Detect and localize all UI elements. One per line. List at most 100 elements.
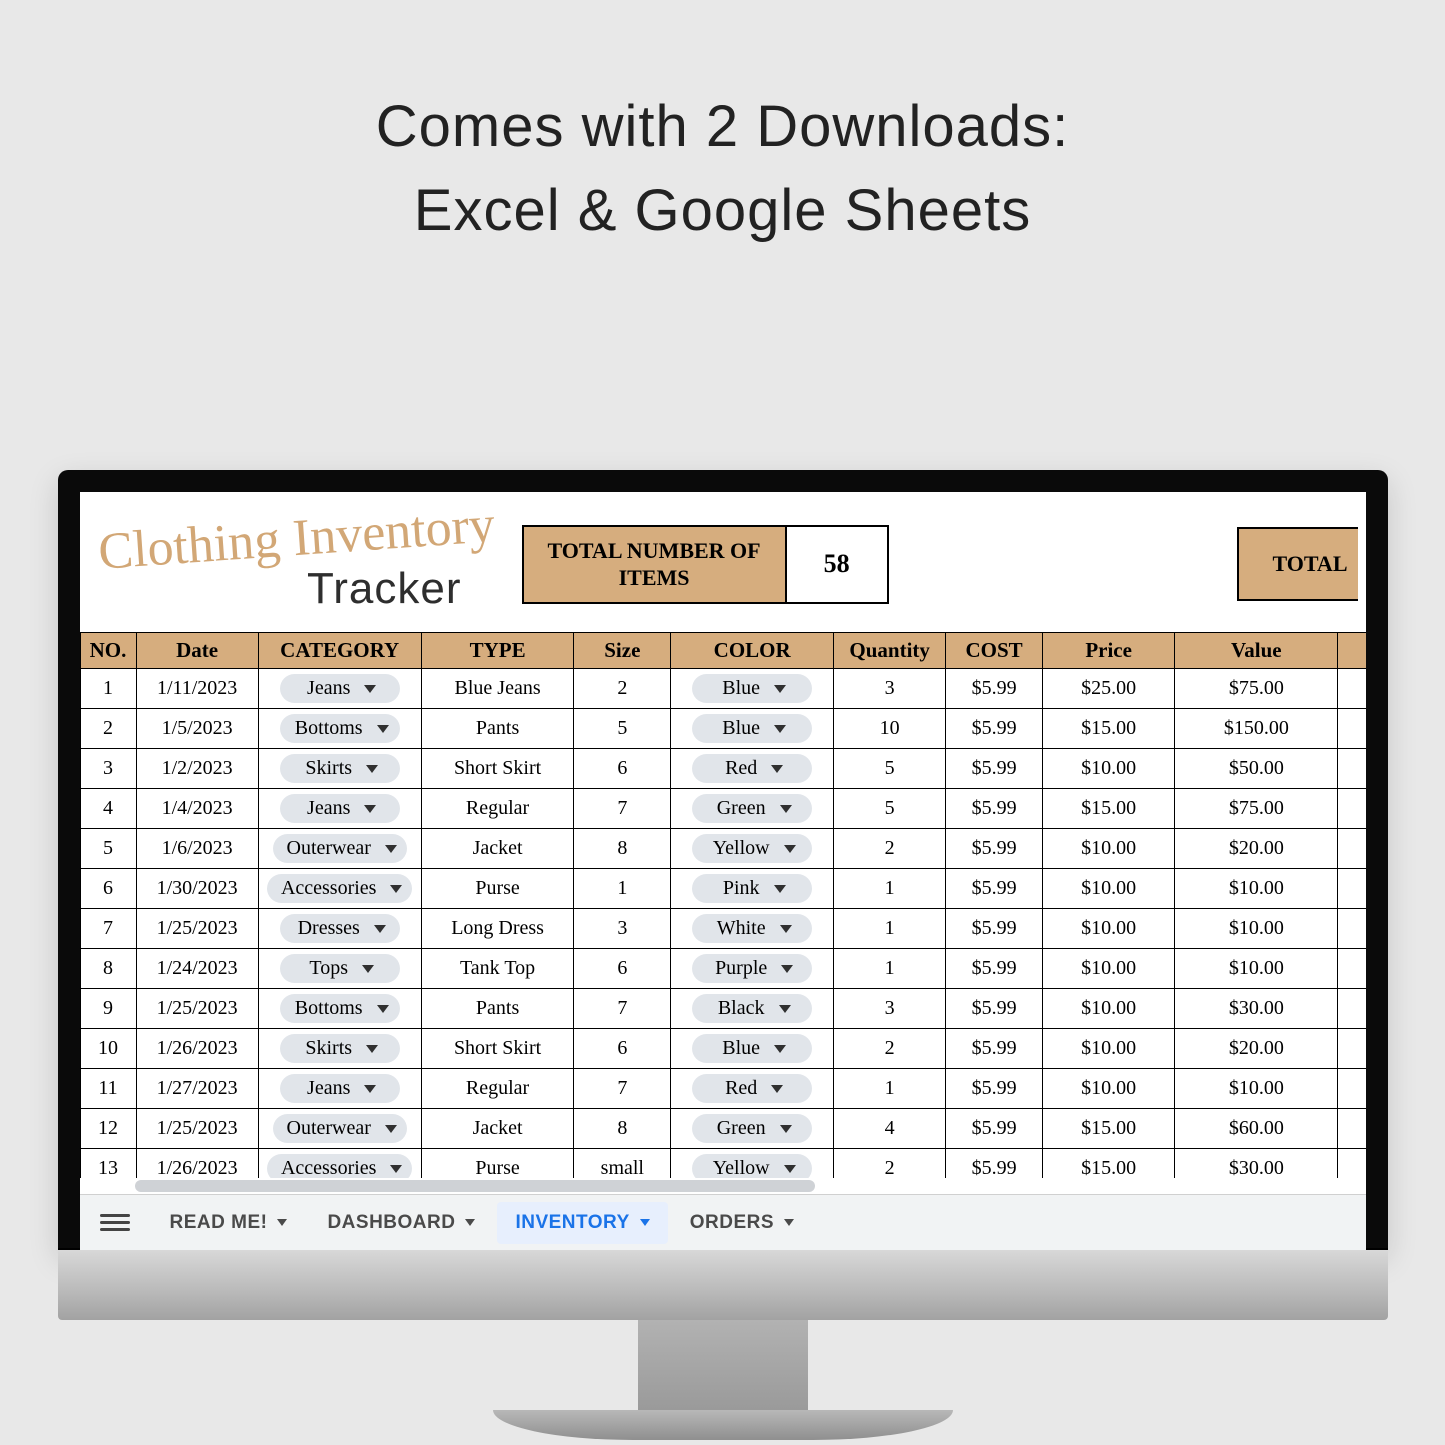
cell-date[interactable]: 1/5/2023	[136, 709, 258, 749]
cell-type[interactable]: Short Skirt	[421, 749, 574, 789]
category-dropdown[interactable]: Jeans	[280, 794, 400, 823]
cell-size[interactable]: 7	[574, 1069, 671, 1109]
cell-extra[interactable]	[1338, 1069, 1366, 1109]
cell-extra[interactable]	[1338, 669, 1366, 709]
cell-cost[interactable]: $5.99	[946, 669, 1043, 709]
cell-date[interactable]: 1/26/2023	[136, 1029, 258, 1069]
cell-extra[interactable]	[1338, 1029, 1366, 1069]
cell-price[interactable]: $15.00	[1042, 1109, 1174, 1149]
cell-type[interactable]: Long Dress	[421, 909, 574, 949]
cell-type[interactable]: Jacket	[421, 829, 574, 869]
color-dropdown[interactable]: Green	[692, 794, 812, 823]
cell-size[interactable]: 8	[574, 1109, 671, 1149]
table-row[interactable]: 91/25/2023BottomsPants7Black3$5.99$10.00…	[80, 989, 1366, 1029]
cell-price[interactable]: $25.00	[1042, 669, 1174, 709]
cell-price[interactable]: $15.00	[1042, 789, 1174, 829]
color-dropdown[interactable]: White	[692, 914, 812, 943]
cell-price[interactable]: $10.00	[1042, 949, 1174, 989]
horizontal-scrollbar[interactable]	[80, 1178, 1366, 1194]
cell-date[interactable]: 1/25/2023	[136, 1109, 258, 1149]
table-row[interactable]: 111/27/2023JeansRegular7Red1$5.99$10.00$…	[80, 1069, 1366, 1109]
cell-size[interactable]: 3	[574, 909, 671, 949]
cell-value[interactable]: $75.00	[1175, 669, 1338, 709]
cell-date[interactable]: 1/2/2023	[136, 749, 258, 789]
cell-extra[interactable]	[1338, 829, 1366, 869]
cell-quantity[interactable]: 1	[834, 909, 946, 949]
cell-category[interactable]: Tops	[258, 949, 421, 989]
cell-value[interactable]: $10.00	[1175, 909, 1338, 949]
cell-category[interactable]: Outerwear	[258, 1109, 421, 1149]
cell-no[interactable]: 11	[80, 1069, 136, 1109]
cell-no[interactable]: 5	[80, 829, 136, 869]
cell-no[interactable]: 8	[80, 949, 136, 989]
cell-quantity[interactable]: 2	[834, 1029, 946, 1069]
category-dropdown[interactable]: Accessories	[267, 874, 413, 903]
cell-price[interactable]: $10.00	[1042, 1069, 1174, 1109]
cell-size[interactable]: 7	[574, 789, 671, 829]
cell-price[interactable]: $10.00	[1042, 829, 1174, 869]
cell-cost[interactable]: $5.99	[946, 989, 1043, 1029]
cell-no[interactable]: 4	[80, 789, 136, 829]
category-dropdown[interactable]: Skirts	[280, 754, 400, 783]
cell-extra[interactable]	[1338, 749, 1366, 789]
color-dropdown[interactable]: Green	[692, 1114, 812, 1143]
cell-value[interactable]: $20.00	[1175, 829, 1338, 869]
cell-date[interactable]: 1/25/2023	[136, 909, 258, 949]
category-dropdown[interactable]: Outerwear	[273, 1114, 407, 1143]
cell-type[interactable]: Short Skirt	[421, 1029, 574, 1069]
cell-type[interactable]: Jacket	[421, 1109, 574, 1149]
cell-extra[interactable]	[1338, 909, 1366, 949]
cell-no[interactable]: 3	[80, 749, 136, 789]
cell-cost[interactable]: $5.99	[946, 709, 1043, 749]
category-dropdown[interactable]: Skirts	[280, 1034, 400, 1063]
cell-quantity[interactable]: 5	[834, 749, 946, 789]
cell-value[interactable]: $150.00	[1175, 709, 1338, 749]
cell-type[interactable]: Pants	[421, 709, 574, 749]
cell-color[interactable]: Blue	[671, 709, 834, 749]
cell-category[interactable]: Outerwear	[258, 829, 421, 869]
category-dropdown[interactable]: Bottoms	[280, 994, 400, 1023]
sheet-tab-inventory[interactable]: INVENTORY	[497, 1202, 667, 1244]
cell-date[interactable]: 1/4/2023	[136, 789, 258, 829]
cell-quantity[interactable]: 5	[834, 789, 946, 829]
cell-no[interactable]: 9	[80, 989, 136, 1029]
cell-type[interactable]: Blue Jeans	[421, 669, 574, 709]
color-dropdown[interactable]: Black	[692, 994, 812, 1023]
cell-size[interactable]: 6	[574, 1029, 671, 1069]
category-dropdown[interactable]: Dresses	[280, 914, 400, 943]
cell-value[interactable]: $10.00	[1175, 869, 1338, 909]
cell-type[interactable]: Tank Top	[421, 949, 574, 989]
sheet-tab-dashboard[interactable]: DASHBOARD	[309, 1202, 493, 1244]
cell-cost[interactable]: $5.99	[946, 869, 1043, 909]
cell-color[interactable]: Blue	[671, 669, 834, 709]
cell-no[interactable]: 6	[80, 869, 136, 909]
cell-no[interactable]: 10	[80, 1029, 136, 1069]
cell-quantity[interactable]: 3	[834, 989, 946, 1029]
sheet-tab-read-me[interactable]: READ ME!	[152, 1202, 306, 1244]
cell-extra[interactable]	[1338, 789, 1366, 829]
cell-type[interactable]: Purse	[421, 869, 574, 909]
cell-color[interactable]: Purple	[671, 949, 834, 989]
cell-quantity[interactable]: 10	[834, 709, 946, 749]
cell-no[interactable]: 12	[80, 1109, 136, 1149]
category-dropdown[interactable]: Jeans	[280, 1074, 400, 1103]
table-row[interactable]: 61/30/2023AccessoriesPurse1Pink1$5.99$10…	[80, 869, 1366, 909]
cell-no[interactable]: 7	[80, 909, 136, 949]
cell-size[interactable]: 7	[574, 989, 671, 1029]
cell-color[interactable]: Green	[671, 789, 834, 829]
cell-size[interactable]: 5	[574, 709, 671, 749]
cell-quantity[interactable]: 1	[834, 1069, 946, 1109]
cell-price[interactable]: $10.00	[1042, 749, 1174, 789]
color-dropdown[interactable]: Pink	[692, 874, 812, 903]
cell-type[interactable]: Regular	[421, 789, 574, 829]
table-row[interactable]: 21/5/2023BottomsPants5Blue10$5.99$15.00$…	[80, 709, 1366, 749]
cell-extra[interactable]	[1338, 949, 1366, 989]
cell-category[interactable]: Bottoms	[258, 709, 421, 749]
cell-price[interactable]: $10.00	[1042, 989, 1174, 1029]
color-dropdown[interactable]: Blue	[692, 714, 812, 743]
category-dropdown[interactable]: Tops	[280, 954, 400, 983]
cell-color[interactable]: Pink	[671, 869, 834, 909]
cell-category[interactable]: Skirts	[258, 1029, 421, 1069]
table-row[interactable]: 71/25/2023DressesLong Dress3White1$5.99$…	[80, 909, 1366, 949]
cell-date[interactable]: 1/24/2023	[136, 949, 258, 989]
